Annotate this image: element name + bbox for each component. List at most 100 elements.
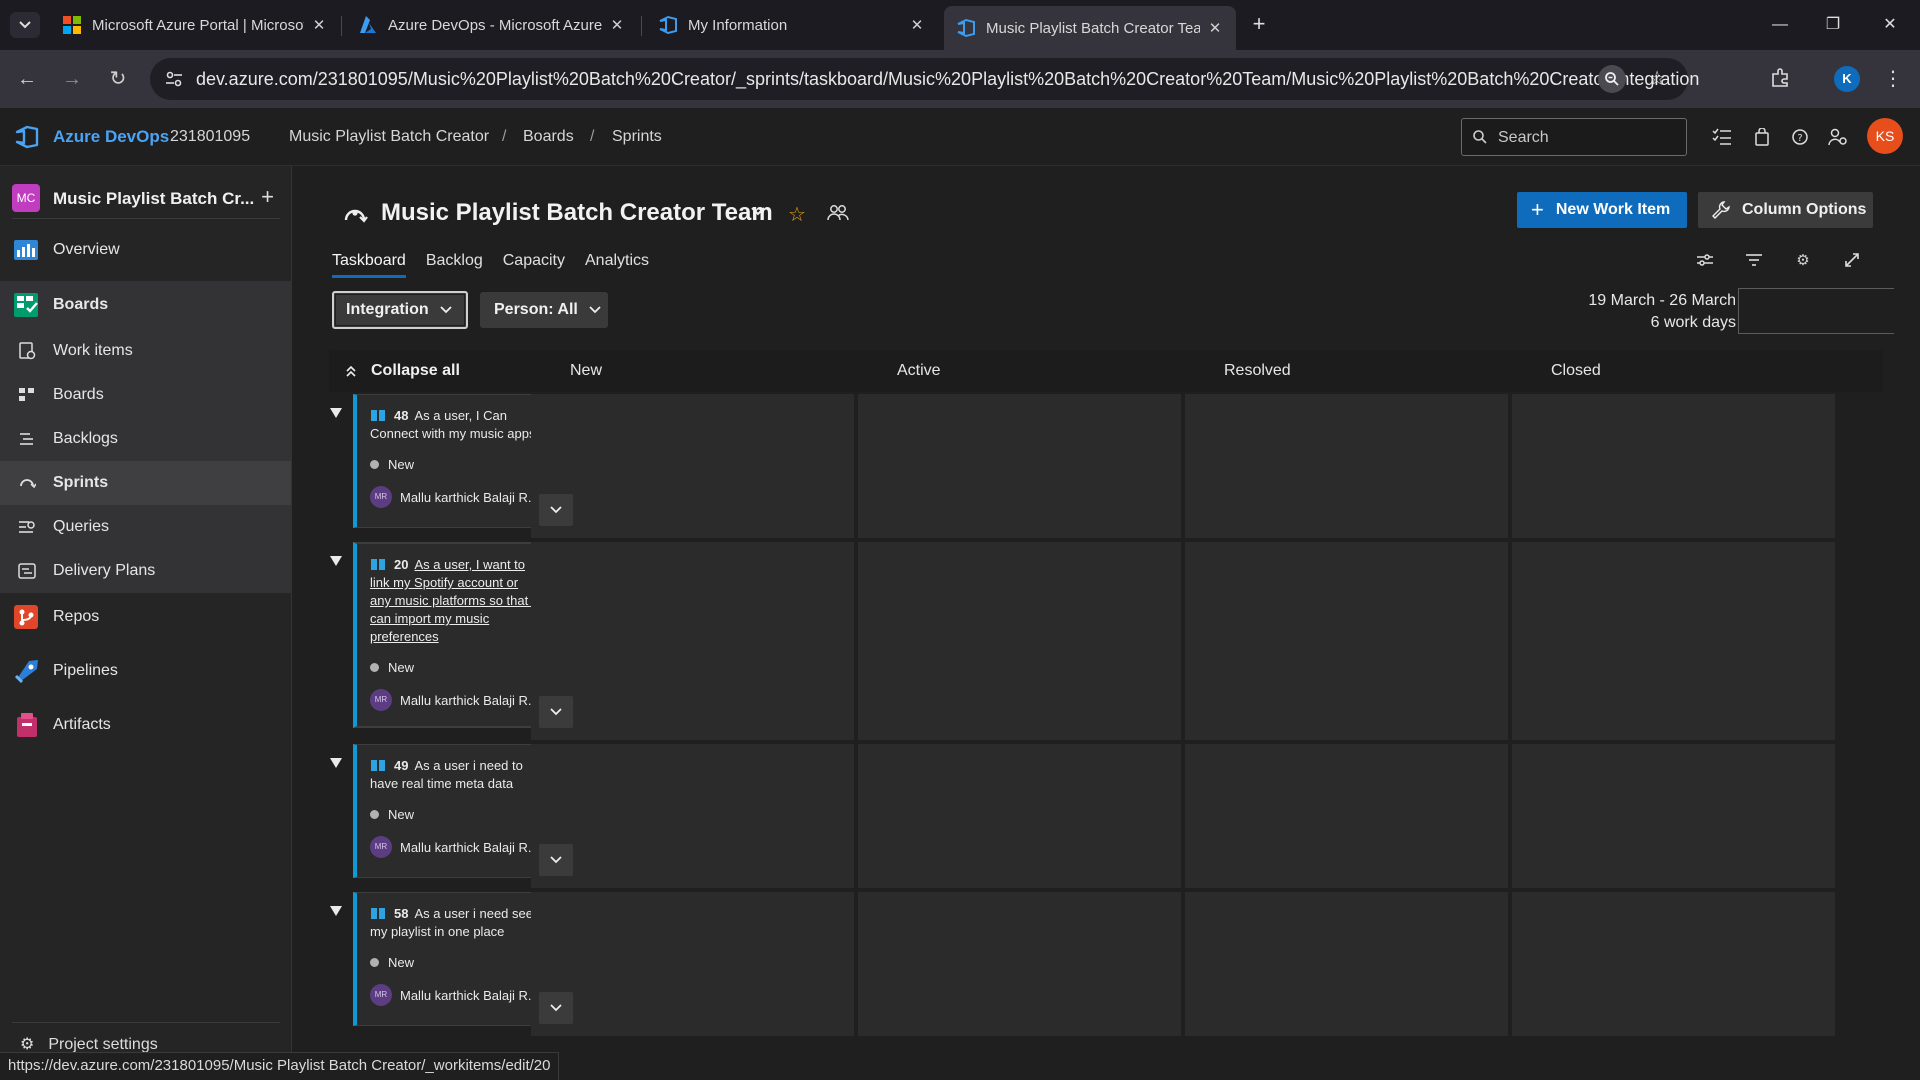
person-filter-dropdown[interactable]: Person: All [480,292,608,328]
back-button[interactable]: ← [12,64,42,94]
work-item-title[interactable]: As a user i need to have real time meta … [370,758,523,791]
tab-search-button[interactable] [10,12,40,38]
work-item-assignee[interactable]: MR Mallu karthick Balaji R... [370,984,539,1006]
team-selector-chevron-icon[interactable] [749,204,769,224]
taskboard-cell-new[interactable] [531,542,854,740]
work-item-state[interactable]: New [370,807,414,822]
work-item-state[interactable]: New [370,955,414,970]
breadcrumb-sprints[interactable]: Sprints [612,128,662,146]
bookmark-star-icon[interactable]: ☆ [1648,66,1666,91]
collapse-row-triangle-icon[interactable] [329,406,343,420]
column-options-button[interactable]: Column Options [1698,192,1873,228]
tab-taskboard[interactable]: Taskboard [332,250,406,280]
project-settings-link[interactable]: ⚙ Project settings [20,1034,158,1054]
taskboard-cell-closed[interactable] [1512,744,1835,888]
taskboard-cell-resolved[interactable] [1185,892,1508,1036]
work-item-assignee[interactable]: MR Mallu karthick Balaji R... [370,689,539,711]
nav-item-queries[interactable]: Queries [0,505,291,549]
nav-item-repos[interactable]: Repos [0,595,291,639]
nav-item-boards[interactable]: Boards [0,281,291,329]
iteration-dropdown[interactable]: Integration [332,291,468,329]
nav-item-delivery-plans[interactable]: Delivery Plans [0,549,291,593]
restore-button[interactable]: ❐ [1813,10,1853,40]
taskboard-cell-new[interactable] [531,394,854,538]
taskboard-cell-closed[interactable] [1512,394,1835,538]
browser-tab-my-information[interactable]: My Information ✕ [646,8,938,42]
breadcrumb-boards[interactable]: Boards [523,128,574,146]
nav-item-overview[interactable]: Overview [0,228,291,272]
tab-analytics[interactable]: Analytics [585,250,649,280]
close-tab-icon[interactable]: ✕ [1206,19,1224,37]
taskboard-cell-closed[interactable] [1512,892,1835,1036]
close-window-button[interactable]: ✕ [1870,10,1910,40]
browser-tab-azure-devops[interactable]: Azure DevOps - Microsoft Azure ✕ [346,8,638,42]
taskboard-cell-active[interactable] [858,394,1181,538]
expand-cell-button[interactable] [539,696,573,728]
taskboard-cell-resolved[interactable] [1185,744,1508,888]
nav-item-pipelines[interactable]: Pipelines [0,649,291,693]
forward-button[interactable]: → [57,64,87,94]
expand-cell-button[interactable] [539,494,573,526]
nav-item-work-items[interactable]: Work items [0,329,291,373]
marketplace-bag-icon[interactable] [1750,125,1774,149]
taskboard-cell-closed[interactable] [1512,542,1835,740]
browser-profile-avatar[interactable]: K [1834,66,1860,92]
taskboard-cell-resolved[interactable] [1185,394,1508,538]
add-icon[interactable]: + [261,184,274,210]
nav-item-artifacts[interactable]: Artifacts [0,703,291,747]
work-item-state[interactable]: New [370,457,414,472]
search-box[interactable]: Search [1461,118,1687,156]
tab-capacity[interactable]: Capacity [503,250,565,280]
zoom-icon[interactable] [1598,65,1626,93]
expand-cell-button[interactable] [539,992,573,1024]
taskboard-cell-new[interactable] [531,892,854,1036]
tab-backlog[interactable]: Backlog [426,250,483,280]
nav-item-kanban-boards[interactable]: Boards [0,373,291,417]
close-tab-icon[interactable]: ✕ [608,16,626,34]
collapse-row-triangle-icon[interactable] [329,904,343,918]
reload-button[interactable]: ↻ [103,64,133,94]
nav-item-sprints[interactable]: Sprints [0,461,291,505]
azure-devops-logo-icon[interactable] [14,124,40,150]
taskboard-cell-new[interactable] [531,744,854,888]
browser-menu-icon[interactable]: ⋮ [1880,64,1906,94]
new-tab-button[interactable]: + [1246,12,1272,38]
collapse-row-triangle-icon[interactable] [329,554,343,568]
url-bar[interactable]: dev.azure.com/231801095/Music%20Playlist… [150,58,1699,100]
taskboard-cell-active[interactable] [858,892,1181,1036]
work-item-assignee[interactable]: MR Mallu karthick Balaji R... [370,836,539,858]
taskboard-cell-active[interactable] [858,744,1181,888]
sprint-burndown-thumbnail[interactable] [1738,288,1894,334]
help-icon[interactable]: ? [1788,125,1812,149]
minimize-button[interactable]: — [1760,10,1800,40]
browser-tab-music-playlist[interactable]: Music Playlist Batch Creator Team ✕ [944,6,1236,50]
close-tab-icon[interactable]: ✕ [908,16,926,34]
work-item-state[interactable]: New [370,660,414,675]
azure-devops-brand[interactable]: Azure DevOps [53,127,169,147]
close-tab-icon[interactable]: ✕ [310,16,328,34]
expand-cell-button[interactable] [539,844,573,876]
team-members-icon[interactable] [827,204,849,224]
breadcrumb-project[interactable]: Music Playlist Batch Creator [289,128,489,146]
user-settings-icon[interactable] [1826,125,1850,149]
collapse-all-button[interactable]: Collapse all [337,350,460,392]
project-name[interactable]: Music Playlist Batch Cr... [53,189,254,209]
favorite-star-icon[interactable]: ☆ [788,202,806,227]
task-list-icon[interactable] [1710,125,1734,149]
taskboard-cell-resolved[interactable] [1185,542,1508,740]
extensions-icon[interactable] [1766,64,1794,92]
work-item-assignee[interactable]: MR Mallu karthick Balaji R... [370,486,539,508]
filter-icon[interactable] [1742,248,1766,272]
taskboard-cell-active[interactable] [858,542,1181,740]
browser-tab-azure-portal[interactable]: Microsoft Azure Portal | Microsoft ✕ [50,8,340,42]
nav-item-backlogs[interactable]: Backlogs [0,417,291,461]
user-avatar[interactable]: KS [1867,118,1903,154]
team-title[interactable]: Music Playlist Batch Creator Team [381,199,773,227]
view-options-icon[interactable] [1693,248,1717,272]
fullscreen-icon[interactable] [1840,248,1864,272]
site-info-icon[interactable] [164,69,184,89]
collapse-row-triangle-icon[interactable] [329,756,343,770]
new-work-item-button[interactable]: + New Work Item [1517,192,1687,228]
settings-gear-icon[interactable]: ⚙ [1791,248,1815,272]
breadcrumb-org[interactable]: 231801095 [170,128,250,146]
